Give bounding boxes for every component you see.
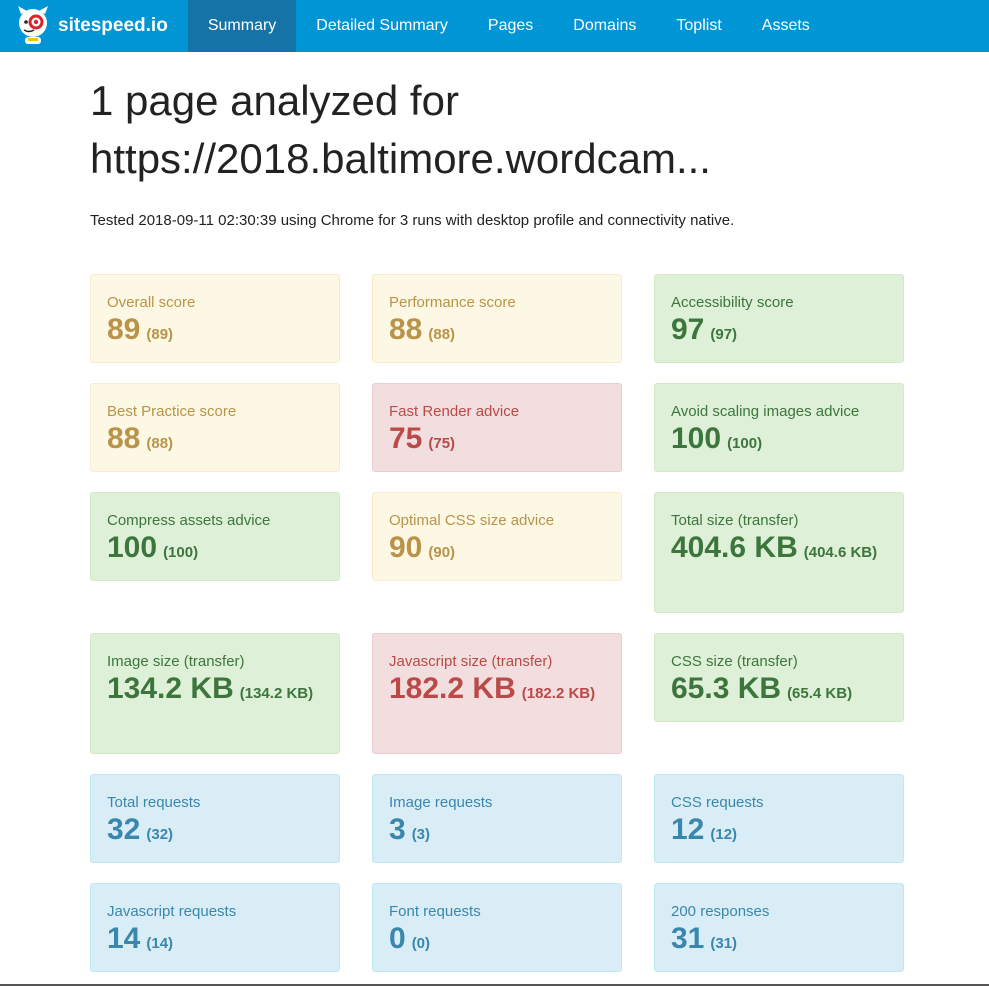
card-value: 75 [389,422,423,455]
nav-summary[interactable]: Summary [187,0,297,52]
card-value: 32 [107,813,141,846]
card-label: Optimal CSS size advice [389,512,555,529]
card-sub: (404.6 KB) [803,544,878,561]
card-value: 12 [671,813,705,846]
card-label: Javascript requests [107,903,237,920]
brand-link[interactable]: sitespeed.io [0,0,188,52]
summary-card: Best Practice score 88 (88) [90,383,340,472]
card-label: Best Practice score [107,403,237,420]
nav-assets[interactable]: Assets [742,0,830,52]
card-sub: (65.4 KB) [787,685,853,702]
card-sub: (182.2 KB) [521,685,596,702]
card-value: 182.2 KB [389,672,516,705]
card-label: 200 responses [671,903,770,920]
card-value: 88 [107,422,141,455]
card-sub: (0) [411,935,431,952]
card-label: Image requests [389,794,493,811]
card-value: 404.6 KB [671,531,798,564]
top-navbar: sitespeed.io Summary Detailed Summary Pa… [0,0,989,52]
card-label: Overall score [107,294,196,311]
nav-pages[interactable]: Pages [468,0,553,52]
card-sub: (3) [411,826,431,843]
card-sub: (100) [727,435,763,452]
summary-card: Avoid scaling images advice 100 (100) [654,383,904,472]
card-value: 100 [671,422,722,455]
card-label: Compress assets advice [107,512,271,529]
card-sub: (12) [710,826,738,843]
card-value: 14 [107,922,141,955]
card-value: 90 [389,531,423,564]
summary-card: Total size (transfer) 404.6 KB (404.6 KB) [654,492,904,613]
card-value: 0 [389,922,406,955]
card-value: 31 [671,922,705,955]
summary-card: Total requests 32 (32) [90,774,340,863]
card-value: 97 [671,313,705,346]
summary-card: Fast Render advice 75 (75) [372,383,622,472]
card-label: Fast Render advice [389,403,520,420]
card-sub: (100) [163,544,199,561]
nav-toplist[interactable]: Toplist [656,0,741,52]
card-value: 65.3 KB [671,672,782,705]
card-sub: (88) [146,435,174,452]
card-sub: (75) [428,435,456,452]
brand-name: sitespeed.io [58,15,168,36]
summary-card: Overall score 89 (89) [90,274,340,363]
card-sub: (14) [146,935,174,952]
card-value: 3 [389,813,406,846]
summary-card: Javascript size (transfer) 182.2 KB (182.… [372,633,622,754]
summary-card: Accessibility score 97 (97) [654,274,904,363]
page-title-line1: 1 page analyzed for [90,77,459,124]
summary-card: Optimal CSS size advice 90 (90) [372,492,622,581]
summary-card: Image size (transfer) 134.2 KB (134.2 KB) [90,633,340,754]
nav-detailed-summary[interactable]: Detailed Summary [296,0,468,52]
card-sub: (31) [710,935,738,952]
card-sub: (89) [146,326,174,343]
summary-card: Compress assets advice 100 (100) [90,492,340,581]
page-header: 1 page analyzed for https://2018.baltimo… [90,72,904,229]
summary-card: 200 responses 31 (31) [654,883,904,972]
card-label: Accessibility score [671,294,794,311]
card-value: 88 [389,313,423,346]
page-title: 1 page analyzed for https://2018.baltimo… [90,72,904,188]
card-value: 100 [107,531,158,564]
card-label: Javascript size (transfer) [389,653,553,670]
summary-card: Font requests 0 (0) [372,883,622,972]
test-description: Tested 2018-09-11 02:30:39 using Chrome … [90,212,735,229]
card-label: Total size (transfer) [671,512,799,529]
card-label: Font requests [389,903,481,920]
summary-card: CSS size (transfer) 65.3 KB (65.4 KB) [654,633,904,722]
card-label: CSS requests [671,794,764,811]
card-label: Image size (transfer) [107,653,245,670]
card-sub: (134.2 KB) [239,685,314,702]
card-value: 89 [107,313,141,346]
card-label: Avoid scaling images advice [671,403,860,420]
nav-domains[interactable]: Domains [553,0,656,52]
summary-card: Performance score 88 (88) [372,274,622,363]
sitespeed-logo-icon [18,6,48,44]
card-sub: (90) [428,544,456,561]
summary-card: CSS requests 12 (12) [654,774,904,863]
card-sub: (32) [146,826,174,843]
card-value: 134.2 KB [107,672,234,705]
card-sub: (97) [710,326,738,343]
card-sub: (88) [428,326,456,343]
card-label: Performance score [389,294,516,311]
card-label: CSS size (transfer) [671,653,798,670]
page-title-url: https://2018.baltimore.wordcam... [90,135,711,182]
card-label: Total requests [107,794,201,811]
summary-card: Javascript requests 14 (14) [90,883,340,972]
summary-card: Image requests 3 (3) [372,774,622,863]
